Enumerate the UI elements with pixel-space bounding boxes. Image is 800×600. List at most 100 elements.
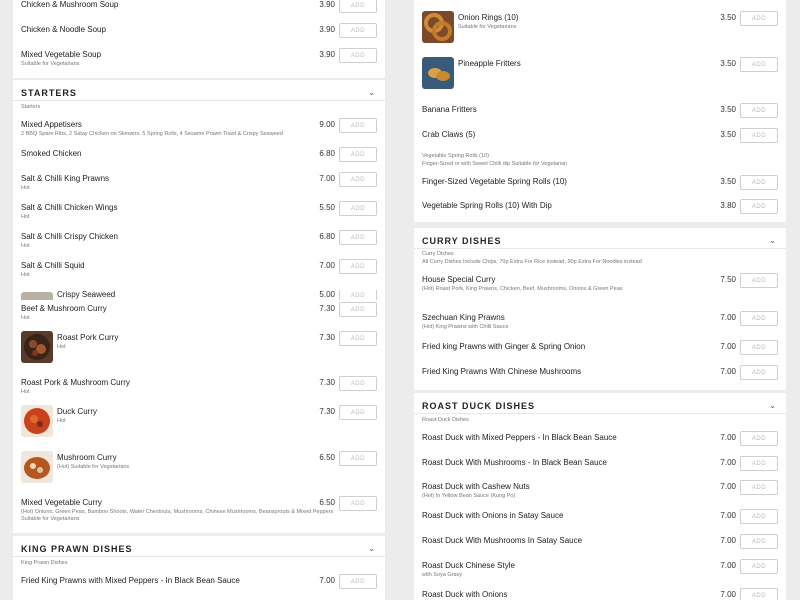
add-button[interactable]: ADD: [740, 57, 778, 72]
item-desc: Hot: [57, 418, 66, 424]
item-desc: with Soya Gravy: [422, 572, 463, 578]
section-subtitle: Starters: [21, 104, 41, 110]
curry-dishes-section-header[interactable]: CURRY DISHES ⌄: [414, 228, 786, 256]
chevron-down-icon[interactable]: ⌄: [769, 401, 776, 410]
crispy-seaweed-photo: [21, 292, 53, 300]
item-name: Salt & Chilli Crispy Chicken: [21, 232, 118, 241]
item-name: Roast Duck with Onions: [422, 590, 508, 599]
add-button[interactable]: ADD: [339, 496, 377, 511]
item-price: 6.80: [319, 232, 335, 241]
menu-item: Onion Rings (10) Suitable for Vegetarian…: [414, 11, 786, 49]
menu-column-right: Onion Rings (10) Suitable for Vegetarian…: [414, 0, 786, 600]
sides-card: Onion Rings (10) Suitable for Vegetarian…: [414, 0, 786, 222]
item-desc: Hot: [21, 389, 30, 395]
menu-item: Chicken & Mushroom Soup 3.90 ADD: [13, 0, 385, 24]
menu-item: Roast Pork & Mushroom Curry Hot 7.30 ADD: [13, 376, 385, 402]
chevron-down-icon[interactable]: ⌄: [368, 88, 375, 97]
group-subtitle: Vegetable Spring Rolls (10): [422, 153, 489, 159]
add-button[interactable]: ADD: [339, 574, 377, 589]
item-name: Roast Duck Chinese Style: [422, 561, 515, 570]
add-button[interactable]: ADD: [740, 340, 778, 355]
menu-item: Smoked Chicken 6.80 ADD: [13, 147, 385, 173]
item-price: 3.50: [720, 105, 736, 114]
food-image: [21, 405, 53, 437]
add-button[interactable]: ADD: [740, 509, 778, 524]
food-image: [21, 331, 53, 363]
onion-rings-photo: [422, 11, 454, 43]
king-prawn-section-header[interactable]: KING PRAWN DISHES ⌄: [13, 536, 385, 564]
menu-item: Mixed Vegetable Soup Suitable for Vegeta…: [13, 48, 385, 74]
add-button[interactable]: ADD: [339, 0, 377, 13]
item-name: Mushroom Curry: [57, 453, 117, 462]
add-button[interactable]: ADD: [740, 11, 778, 26]
add-button[interactable]: ADD: [339, 48, 377, 63]
item-price: 7.00: [720, 313, 736, 322]
add-button[interactable]: ADD: [339, 331, 377, 346]
menu-item: Roast Duck with Onions 7.00 ADD: [414, 588, 786, 600]
add-button[interactable]: ADD: [339, 118, 377, 133]
item-price: 7.00: [720, 590, 736, 599]
item-price: 7.00: [720, 561, 736, 570]
item-name: Crab Claws (5): [422, 130, 476, 139]
add-button[interactable]: ADD: [740, 103, 778, 118]
item-price: 3.90: [319, 0, 335, 9]
item-price: 6.80: [319, 149, 335, 158]
item-price: 6.50: [319, 498, 335, 507]
item-price: 7.00: [319, 174, 335, 183]
item-desc: Hot: [21, 185, 30, 191]
item-name: Mixed Vegetable Curry: [21, 498, 102, 507]
chevron-down-icon[interactable]: ⌄: [769, 236, 776, 245]
divider: [414, 248, 786, 249]
item-desc: Hot: [21, 243, 30, 249]
add-button[interactable]: ADD: [740, 199, 778, 214]
menu-item: Szechuan King Prawns (Hot) King Prawns w…: [414, 311, 786, 337]
add-button[interactable]: ADD: [339, 259, 377, 274]
add-button[interactable]: ADD: [339, 376, 377, 391]
section-title: STARTERS: [21, 88, 77, 98]
add-button[interactable]: ADD: [339, 302, 377, 317]
item-name: Roast Duck with Onions in Satay Sauce: [422, 511, 564, 520]
item-price: 3.80: [720, 201, 736, 210]
item-price: 7.30: [319, 333, 335, 342]
item-name: Mixed Appetisers: [21, 120, 82, 129]
section-subtitle: King Prawn Dishes: [21, 560, 68, 566]
add-button[interactable]: ADD: [740, 175, 778, 190]
add-button[interactable]: ADD: [740, 128, 778, 143]
divider: [13, 556, 385, 557]
food-image: [422, 57, 454, 89]
add-button[interactable]: ADD: [339, 451, 377, 466]
add-button[interactable]: ADD: [740, 311, 778, 326]
item-name: Fried King Prawns with Mixed Peppers - I…: [21, 576, 240, 585]
add-button[interactable]: ADD: [740, 559, 778, 574]
chevron-down-icon[interactable]: ⌄: [368, 544, 375, 553]
add-button[interactable]: ADD: [740, 273, 778, 288]
roast-duck-section-header[interactable]: ROAST DUCK DISHES ⌄: [414, 393, 786, 421]
add-button[interactable]: ADD: [339, 23, 377, 38]
item-price: 9.00: [319, 120, 335, 129]
item-name: Fried king Prawns with Ginger & Spring O…: [422, 342, 586, 351]
add-button[interactable]: ADD: [339, 201, 377, 216]
starters-section-header[interactable]: STARTERS ⌄: [13, 80, 385, 108]
add-button[interactable]: ADD: [740, 431, 778, 446]
menu-column-left: Chicken & Mushroom Soup 3.90 ADD Chicken…: [13, 0, 385, 600]
add-button[interactable]: ADD: [740, 456, 778, 471]
add-button[interactable]: ADD: [339, 147, 377, 162]
item-desc: Hot: [57, 344, 66, 350]
add-button[interactable]: ADD: [339, 230, 377, 245]
item-name: Pineapple Fritters: [458, 59, 521, 68]
menu-item: Roast Duck With Mushrooms In Satay Sauce…: [414, 534, 786, 560]
item-price: 7.00: [720, 367, 736, 376]
item-name: Roast Duck With Mushrooms - In Black Bea…: [422, 458, 607, 467]
item-desc: (Hot) King Prawns with Chilli Sauce: [422, 324, 509, 330]
add-button[interactable]: ADD: [740, 588, 778, 600]
add-button[interactable]: ADD: [740, 534, 778, 549]
add-button[interactable]: ADD: [339, 405, 377, 420]
item-price: 7.00: [720, 511, 736, 520]
item-price: 7.30: [319, 378, 335, 387]
add-button[interactable]: ADD: [740, 365, 778, 380]
item-price: 7.30: [319, 407, 335, 416]
add-button[interactable]: ADD: [740, 480, 778, 495]
section-subtitle: Roast Duck Dishes: [422, 417, 469, 423]
add-button[interactable]: ADD: [339, 290, 377, 300]
add-button[interactable]: ADD: [339, 172, 377, 187]
